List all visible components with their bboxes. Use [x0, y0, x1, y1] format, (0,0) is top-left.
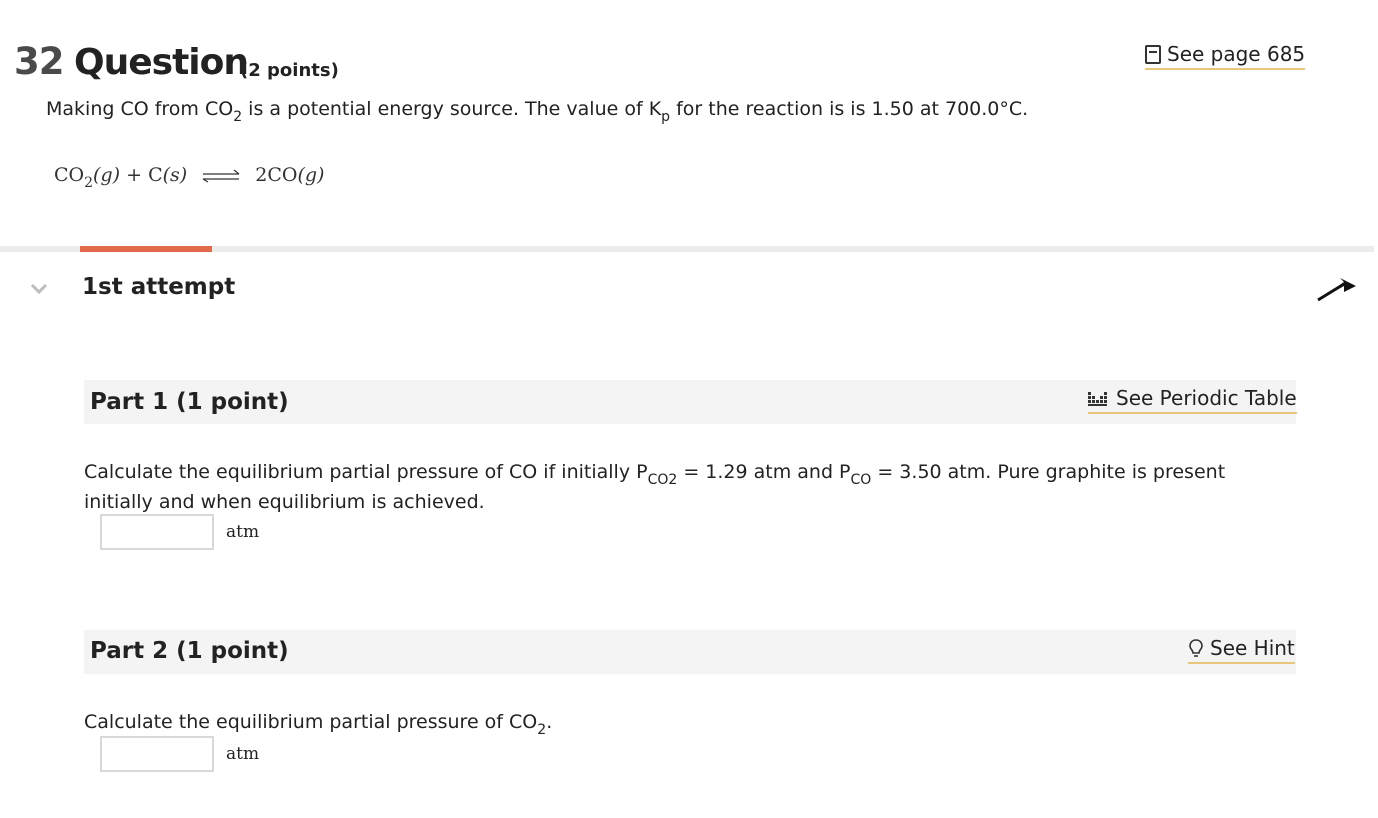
book-icon [1145, 44, 1161, 64]
periodic-table-link[interactable]: See Periodic Table [1088, 386, 1297, 414]
question-number: 32 [14, 40, 64, 83]
prompt-text-c: for the reaction is is 1.50 at 700.0°C. [670, 98, 1029, 120]
part2-unit: atm [226, 744, 260, 764]
periodic-table-icon [1088, 392, 1107, 406]
chevron-down-icon[interactable] [30, 276, 48, 301]
periodic-table-label: See Periodic Table [1116, 386, 1297, 410]
part2-answer-input[interactable] [100, 736, 214, 772]
part2-text-a: Calculate the equilibrium partial pressu… [84, 711, 538, 733]
part1-answer-input[interactable] [100, 514, 214, 550]
equilibrium-arrow-icon [202, 169, 240, 183]
eq-co: 2CO [255, 164, 298, 186]
part1-question-text: Calculate the equilibrium partial pressu… [84, 458, 1294, 516]
eq-carbon: C [148, 164, 163, 186]
arrow-icon [1317, 278, 1356, 302]
lightbulb-icon [1189, 639, 1203, 657]
prompt-k-sub: p [661, 109, 671, 125]
attempt-label: 1st attempt [82, 274, 236, 300]
part2-text-b: . [546, 711, 553, 733]
prompt-sub: 2 [233, 109, 243, 125]
question-title: Question [74, 42, 249, 83]
reaction-equation: CO2(g) + C(s) 2CO(g) [54, 164, 325, 191]
eq-co2-state: (g) [93, 164, 121, 186]
eq-carbon-state: (s) [162, 164, 188, 186]
part1-text-b: = 1.29 atm and P [677, 461, 851, 483]
attempt-tab-indicator [80, 246, 212, 252]
part1-sub-co2: CO2 [647, 472, 678, 488]
part2-question-text: Calculate the equilibrium partial pressu… [84, 708, 1294, 738]
question-prompt: Making CO from CO2 is a potential energy… [46, 98, 1029, 125]
see-page-link[interactable]: See page 685 [1145, 42, 1306, 70]
part1-text-a: Calculate the equilibrium partial pressu… [84, 461, 648, 483]
eq-co-state: (g) [297, 164, 325, 186]
part1-unit: atm [226, 522, 260, 542]
question-points: (2 points) [240, 60, 339, 81]
prompt-text-b: is a potential energy source. The value … [242, 98, 662, 120]
part1-sub-co: CO [850, 472, 872, 488]
eq-co2-sub: 2 [84, 175, 94, 191]
prompt-text-a: Making CO from CO [46, 98, 234, 120]
see-hint-link[interactable]: See Hint [1188, 636, 1295, 664]
see-page-label: See page 685 [1167, 42, 1306, 66]
part1-title: Part 1 (1 point) [90, 389, 289, 415]
see-hint-label: See Hint [1210, 636, 1295, 660]
eq-plus: + [126, 164, 143, 186]
part2-sub: 2 [537, 722, 547, 738]
part2-title: Part 2 (1 point) [90, 638, 289, 664]
eq-co2: CO [54, 164, 85, 186]
